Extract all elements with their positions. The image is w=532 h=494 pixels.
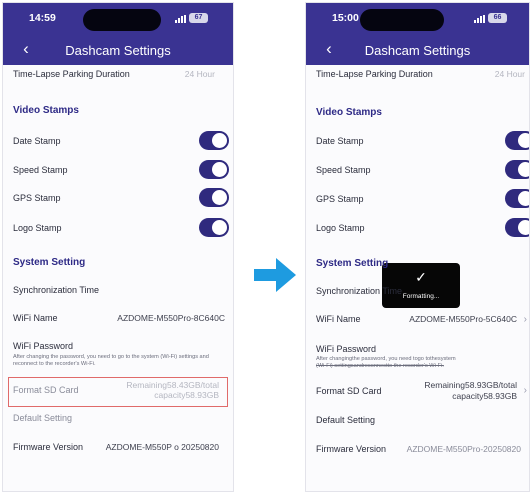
date-stamp-label: Date Stamp — [13, 136, 61, 146]
status-time: 15:00 — [332, 12, 359, 24]
sync-time-label: Synchronization Time — [13, 285, 100, 295]
system-setting-section: System Setting — [306, 258, 529, 272]
gps-stamp-toggle[interactable] — [199, 188, 229, 207]
dynamic-island — [83, 9, 161, 31]
firmware-value: AZDOME-M550P o 20250820 — [105, 442, 219, 452]
status-bar: 15:00 66 — [306, 9, 529, 31]
gps-stamp-label: GPS Stamp — [13, 193, 61, 203]
wifi-password-note: After changing the password, you need to… — [13, 354, 209, 367]
wifi-name-row[interactable]: WiFi Name AZDOME-M550Pro-5C640C › — [306, 314, 529, 328]
firmware-row: Firmware Version AZDOME-M550P o 20250820 — [3, 442, 233, 456]
section-title-system-setting: System Setting — [316, 258, 389, 269]
settings-list: Time-Lapse Parking Duration 24 Hour Vide… — [3, 65, 233, 491]
speed-stamp-toggle[interactable] — [199, 160, 229, 179]
gps-stamp-row: GPS Stamp — [3, 188, 233, 208]
date-stamp-label: Date Stamp — [316, 136, 364, 146]
nav-bar: ‹ Dashcam Settings — [3, 39, 233, 61]
parking-duration-row[interactable]: Time-Lapse Parking Duration 24 Hour — [306, 69, 529, 83]
page-title: Dashcam Settings — [364, 43, 471, 58]
wifi-name-value: AZDOME-M550Pro-5C640C — [409, 314, 517, 324]
wifi-name-label: WiFi Name — [13, 313, 58, 323]
wifi-password-row[interactable]: WiFi Password After changing the passwor… — [3, 341, 233, 371]
gps-stamp-label: GPS Stamp — [316, 194, 364, 204]
speed-stamp-row: Speed Stamp — [3, 160, 233, 180]
default-setting-label: Default Setting — [13, 413, 73, 423]
system-setting-section: System Setting — [3, 257, 233, 271]
section-title-video-stamps: Video Stamps — [316, 107, 382, 118]
sync-time-row[interactable]: Synchronization Time — [3, 285, 233, 299]
logo-stamp-toggle[interactable] — [199, 218, 229, 237]
speed-stamp-toggle[interactable] — [505, 160, 529, 179]
wifi-password-row[interactable]: WiFi Password After changingthe password… — [306, 344, 529, 376]
logo-stamp-label: Logo Stamp — [316, 223, 365, 233]
gps-stamp-row: GPS Stamp — [306, 189, 529, 209]
signal-icon — [474, 15, 485, 23]
format-sd-row[interactable]: Format SD Card Remaining58.93GB/total ca… — [306, 380, 529, 404]
chevron-right-icon: › — [523, 385, 527, 396]
speed-stamp-row: Speed Stamp — [306, 160, 529, 180]
parking-duration-label: Time-Lapse Parking Duration — [316, 69, 433, 79]
dynamic-island — [360, 9, 444, 31]
video-stamps-section: Video Stamps — [3, 105, 233, 119]
status-time: 14:59 — [29, 12, 56, 24]
section-title-system-setting: System Setting — [13, 257, 86, 268]
format-sd-value-2: capacity58.93GB — [154, 390, 219, 400]
sync-time-row[interactable]: Synchronization Time — [306, 286, 529, 300]
wifi-name-label: WiFi Name — [316, 314, 361, 324]
parking-duration-row[interactable]: Time-Lapse Parking Duration 24 Hour — [3, 69, 233, 83]
parking-duration-value: 24 Hour — [184, 69, 215, 79]
default-setting-label: Default Setting — [316, 415, 376, 425]
battery-icon: 67 — [189, 13, 208, 23]
wifi-name-row[interactable]: WiFi Name AZDOME-M550Pro-8C640C — [3, 313, 233, 327]
gps-stamp-toggle[interactable] — [505, 189, 529, 208]
status-bar: 14:59 67 — [3, 9, 233, 31]
firmware-label: Firmware Version — [316, 444, 387, 454]
logo-stamp-row: Logo Stamp — [306, 218, 529, 238]
phone-screen-after: 15:00 66 ‹ Dashcam Settings Time-Lapse P… — [305, 2, 530, 492]
date-stamp-row: Date Stamp — [306, 131, 529, 151]
wifi-password-label: WiFi Password — [13, 341, 74, 351]
phone-screen-before: 14:59 67 ‹ Dashcam Settings Time-Lapse P… — [2, 2, 234, 492]
default-setting-row[interactable]: Default Setting — [306, 415, 529, 429]
format-sd-label: Format SD Card — [316, 386, 382, 396]
firmware-label: Firmware Version — [13, 442, 84, 452]
firmware-value: AZDOME-M550Pro-20250820 — [406, 444, 521, 454]
sync-time-label: Synchronization Time — [316, 286, 403, 296]
video-stamps-section: Video Stamps — [306, 107, 529, 121]
wifi-password-note-2: (Wi-Fi) settingsandreconnectto the recor… — [316, 363, 444, 369]
section-title-video-stamps: Video Stamps — [13, 105, 79, 116]
battery-icon: 66 — [488, 13, 507, 23]
firmware-row: Firmware Version AZDOME-M550Pro-20250820 — [306, 444, 529, 458]
app-header: 15:00 66 ‹ Dashcam Settings — [306, 3, 529, 65]
page-title: Dashcam Settings — [65, 43, 171, 58]
settings-list: Time-Lapse Parking Duration 24 Hour Vide… — [306, 65, 529, 491]
format-sd-value-2: capacity58.93GB — [452, 391, 517, 401]
format-sd-value-1: Remaining58.43GB/total — [126, 380, 219, 390]
logo-stamp-row: Logo Stamp — [3, 218, 233, 238]
speed-stamp-label: Speed Stamp — [13, 165, 68, 175]
speed-stamp-label: Speed Stamp — [316, 165, 371, 175]
wifi-name-value: AZDOME-M550Pro-8C640C — [117, 313, 225, 323]
app-header: 14:59 67 ‹ Dashcam Settings — [3, 3, 233, 65]
wifi-password-label: WiFi Password — [316, 344, 377, 354]
format-sd-row[interactable]: Format SD Card Remaining58.43GB/total ca… — [3, 380, 233, 404]
signal-icon — [175, 15, 186, 23]
logo-stamp-label: Logo Stamp — [13, 223, 62, 233]
date-stamp-toggle[interactable] — [199, 131, 229, 150]
date-stamp-toggle[interactable] — [505, 131, 529, 150]
format-sd-label: Format SD Card — [13, 385, 79, 395]
default-setting-row[interactable]: Default Setting — [3, 413, 233, 427]
parking-duration-label: Time-Lapse Parking Duration — [13, 69, 130, 79]
chevron-right-icon: › — [523, 314, 527, 325]
format-sd-value-1: Remaining58.93GB/total — [424, 380, 517, 390]
parking-duration-value: 24 Hour — [494, 69, 525, 79]
nav-bar: ‹ Dashcam Settings — [306, 39, 529, 61]
arrow-right-icon — [254, 258, 296, 292]
logo-stamp-toggle[interactable] — [505, 218, 529, 237]
date-stamp-row: Date Stamp — [3, 131, 233, 151]
wifi-password-note: After changingthe password, you need tog… — [316, 356, 456, 362]
